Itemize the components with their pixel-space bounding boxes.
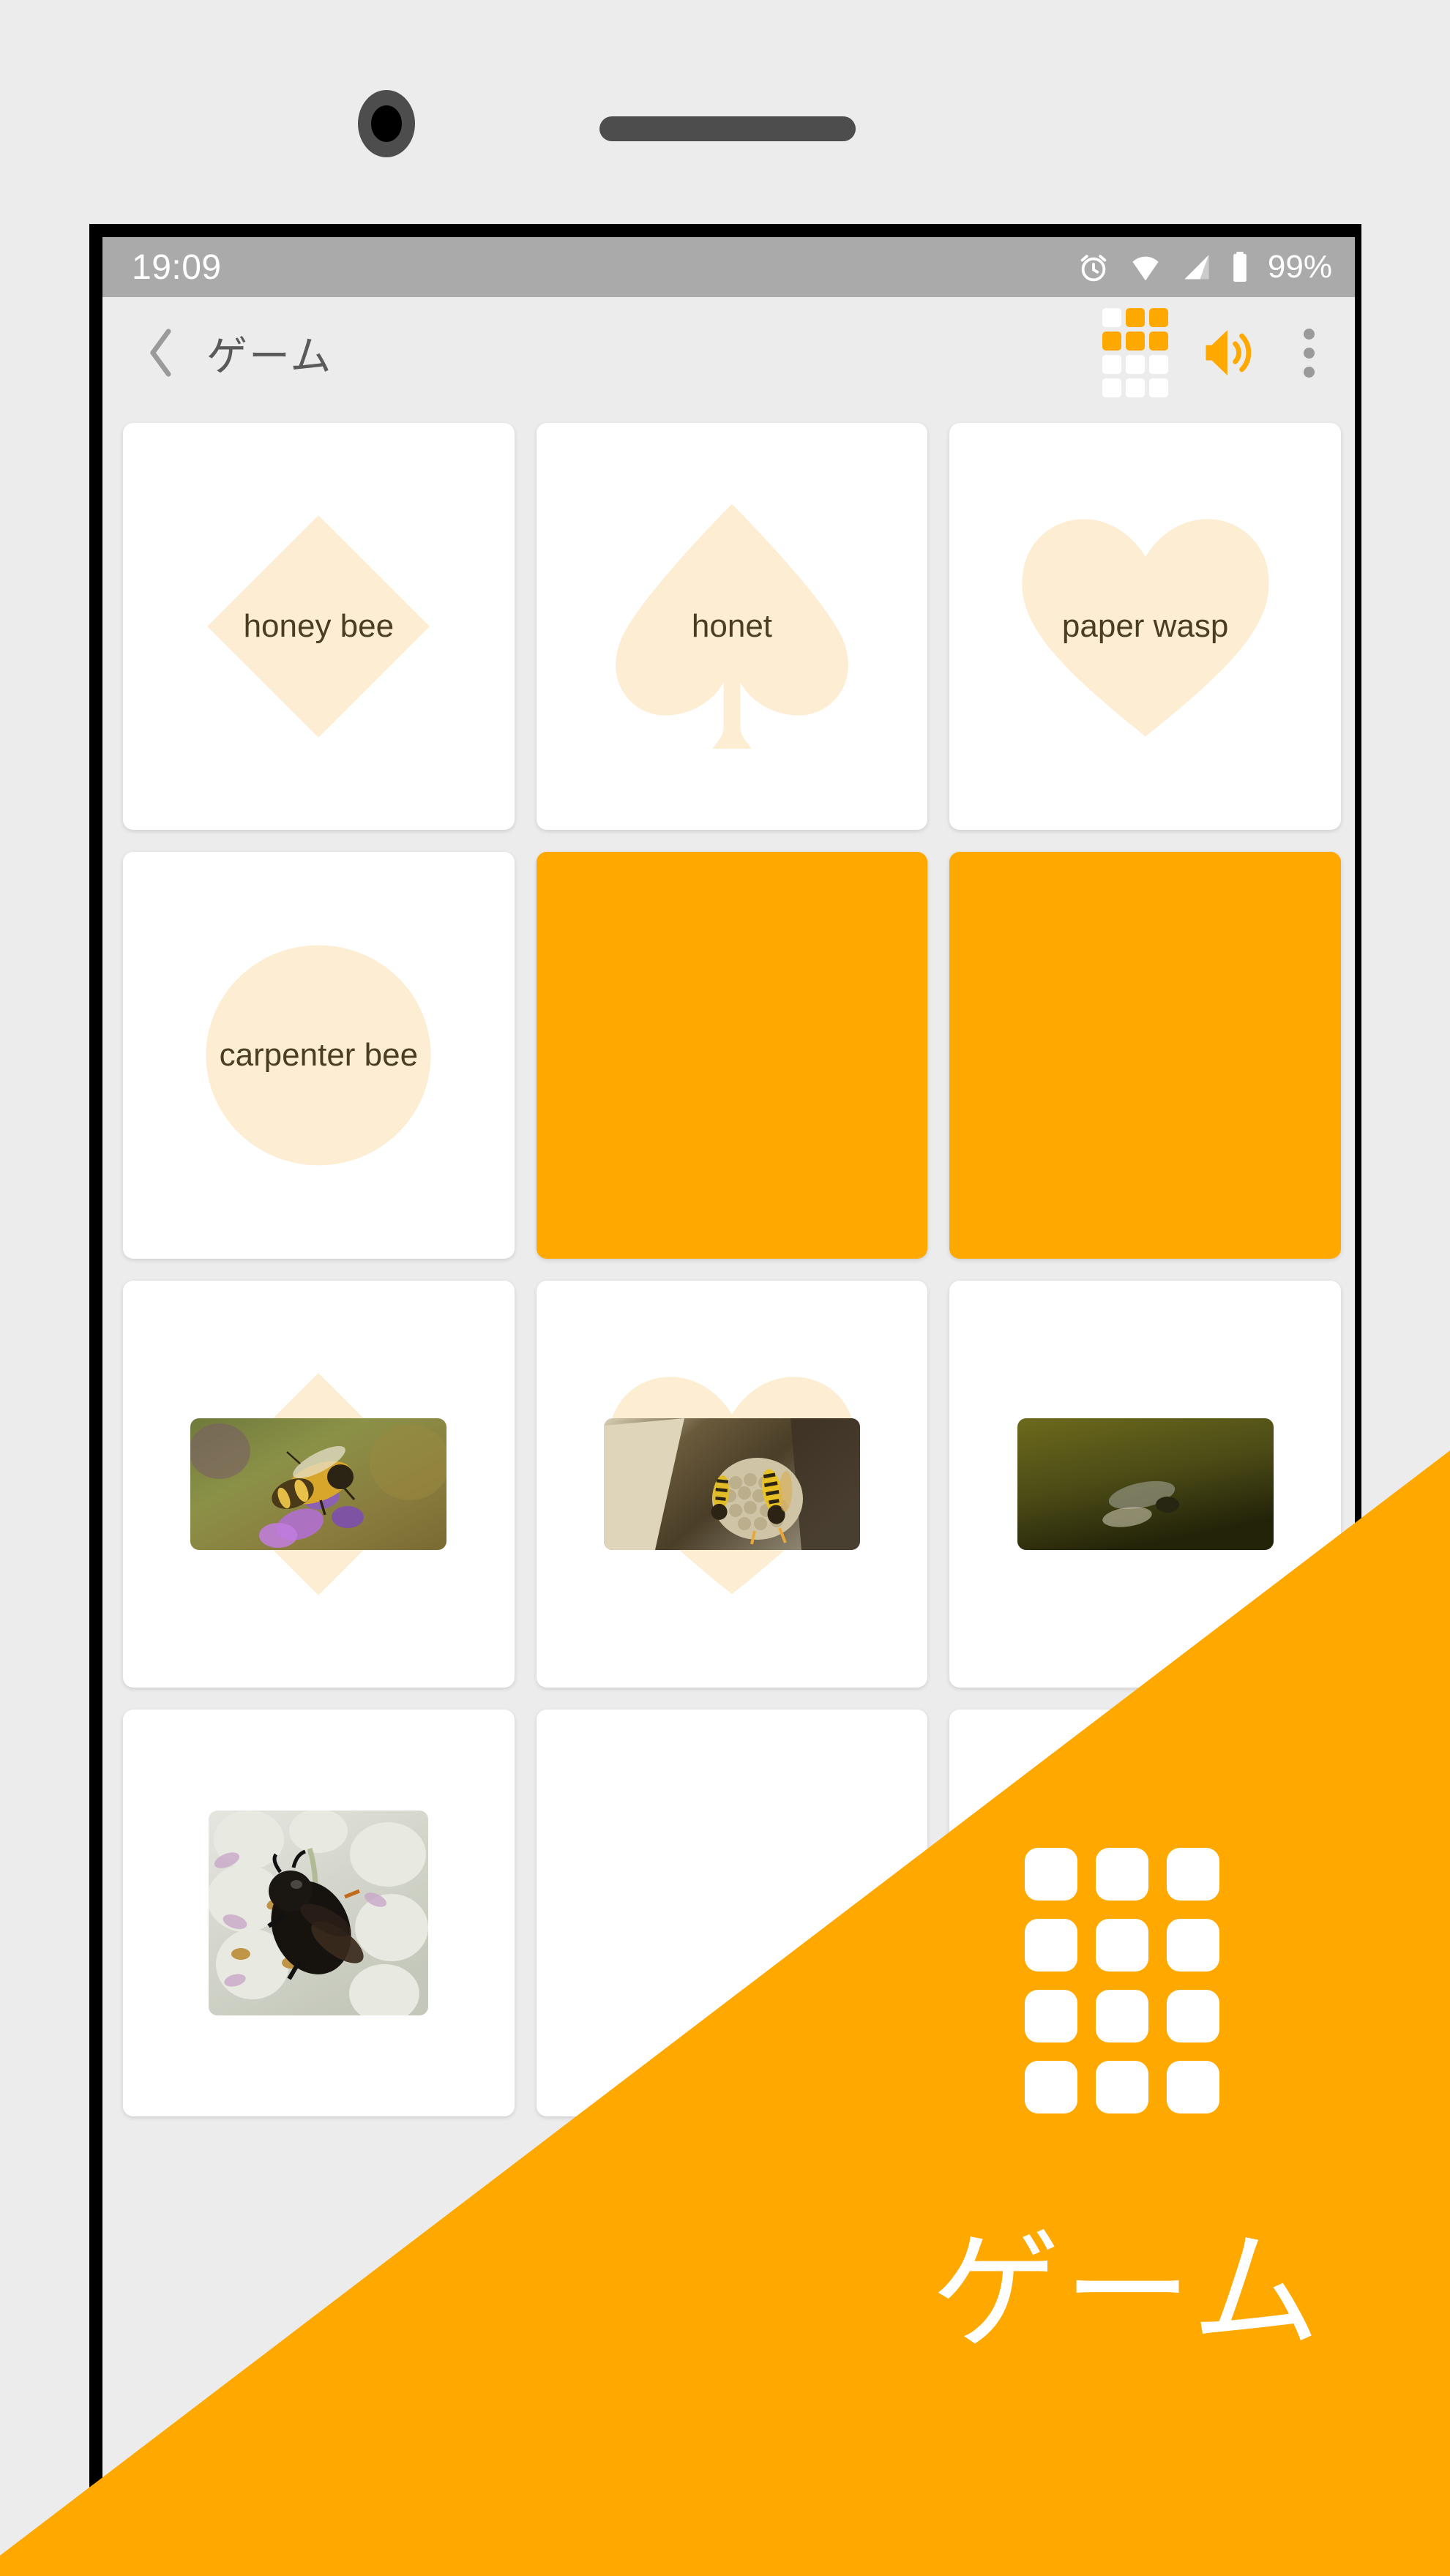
memory-card[interactable]: honey bee [123,423,515,830]
status-time: 19:09 [132,247,222,287]
card-shape: honet [593,487,871,765]
memory-card[interactable] [123,1710,515,2116]
progress-grid-icon[interactable] [1099,305,1171,400]
camera-lens-icon [358,90,415,157]
diamond-icon [207,515,430,738]
memory-card[interactable] [949,852,1341,1259]
grid-cell [1102,378,1121,397]
signal-icon [1184,255,1209,280]
phone-screen: 19:09 99% ゲーム honey bee honet paper wasp… [102,237,1355,2576]
app-bar-actions [1099,305,1331,400]
volume-button[interactable] [1197,321,1260,384]
memory-card[interactable] [949,1281,1341,1688]
overflow-dot [1303,328,1315,340]
overflow-dot [1303,366,1315,378]
memory-card[interactable] [536,852,928,1259]
card-photo-carpenter-bee [209,1811,429,2015]
memory-card[interactable]: paper wasp [949,423,1341,830]
battery-percent: 99% [1267,249,1332,285]
grid-cell [1102,355,1121,374]
memory-card[interactable] [123,1281,515,1688]
memory-card[interactable] [949,1710,1341,2116]
memory-card[interactable] [536,1281,928,1688]
grid-cell [1102,308,1121,327]
card-photo-paper-wasp [603,1418,860,1550]
spade-icon [616,503,848,749]
overflow-menu-button[interactable] [1287,321,1331,384]
circle-icon [206,945,431,1166]
app-bar: ゲーム [102,297,1355,408]
card-shape: honey bee [198,506,439,747]
grid-cell [1126,355,1145,374]
back-button[interactable] [135,326,187,379]
card-photo-wasp-dark [1017,1418,1274,1550]
wifi-icon [1132,256,1159,281]
grid-cell [1149,378,1168,397]
card-shape: paper wasp [1006,506,1285,747]
memory-card[interactable]: honet [536,423,928,830]
page-title: ゲーム [206,332,333,379]
grid-cell [1126,308,1145,327]
grid-cell [1149,332,1168,351]
memory-card[interactable] [536,1710,928,2116]
grid-cell [1149,308,1168,327]
grid-cell [1126,332,1145,351]
chevron-left-icon [150,329,171,377]
card-photo-honey-bee [190,1418,447,1550]
status-indicators: 99% [1076,249,1332,285]
game-board: honey bee honet paper wasp carpenter bee [102,408,1355,2116]
phone-hardware-top [0,0,1450,220]
status-bar: 19:09 99% [102,237,1355,297]
volume-on-icon [1206,330,1252,375]
grid-cell [1149,355,1168,374]
alarm-icon [1080,255,1107,282]
grid-cell [1102,332,1121,351]
earpiece-speaker-icon [599,116,856,141]
battery-icon [1233,252,1247,282]
overflow-dot [1303,347,1315,359]
heart-icon [1021,519,1269,737]
memory-card[interactable]: carpenter bee [123,852,515,1259]
card-shape: carpenter bee [198,938,439,1172]
grid-cell [1126,378,1145,397]
phone-frame: 19:09 99% ゲーム honey bee honet paper wasp… [89,224,1361,2576]
